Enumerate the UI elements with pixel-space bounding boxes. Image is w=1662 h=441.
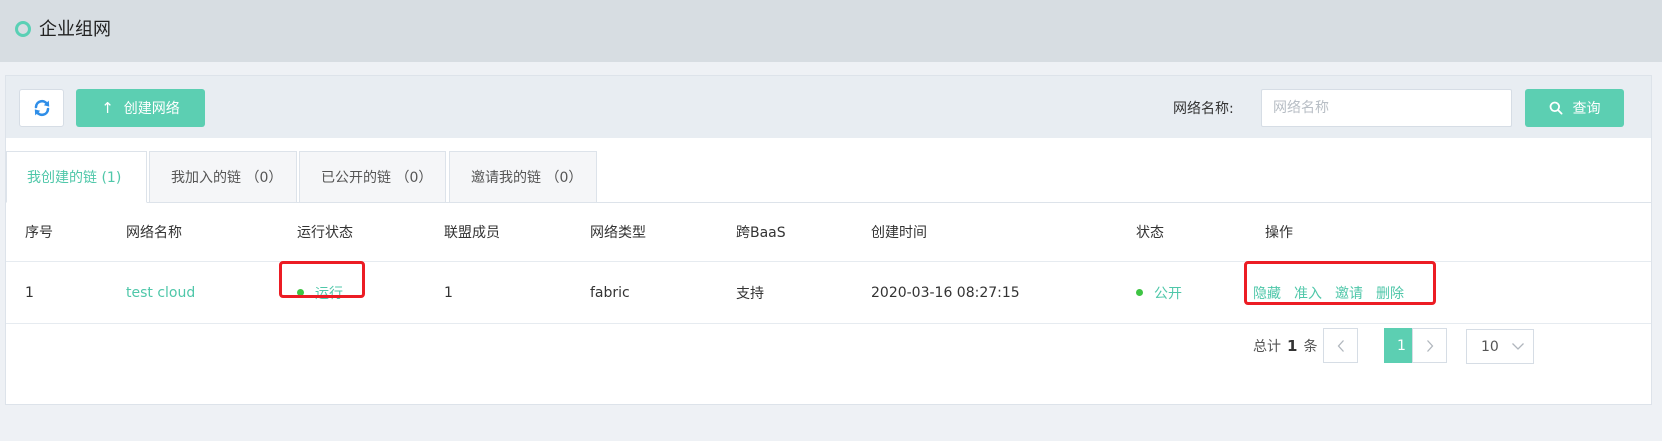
create-network-button[interactable]: ↑ 创建网络 [76, 89, 205, 127]
pagination-total: 总计 1 条 [1253, 336, 1317, 357]
query-button[interactable]: 查询 [1525, 89, 1624, 127]
search-icon [1549, 101, 1563, 115]
tab-label: 我加入的链 （0） [171, 170, 283, 186]
invite-action-link[interactable]: 邀请 [1335, 283, 1363, 303]
chevron-right-icon [1426, 339, 1433, 352]
visibility-status: 公开 [1136, 262, 1182, 323]
row-actions: 隐藏 准入 邀请 删除 [1253, 262, 1417, 323]
toolbar: ↑ 创建网络 网络名称: 查询 [6, 76, 1651, 138]
tab-label: 邀请我的链 （0） [471, 170, 583, 186]
ring-icon [15, 21, 31, 37]
page-size-select[interactable]: 10 [1466, 329, 1534, 364]
member-count: 1 [444, 284, 453, 301]
delete-action-link[interactable]: 删除 [1376, 283, 1404, 303]
tab-label: 我创建的链 (1) [27, 170, 122, 186]
main-panel: ↑ 创建网络 网络名称: 查询 我创建的链 (1) 我加入的链 （0） 已公开的… [5, 75, 1652, 405]
column-header: 跨BaaS [736, 225, 786, 241]
chain-tabs: 我创建的链 (1) 我加入的链 （0） 已公开的链 （0） 邀请我的链 （0） [6, 151, 1651, 203]
hide-action-link[interactable]: 隐藏 [1253, 283, 1281, 303]
admit-action-link[interactable]: 准入 [1294, 283, 1322, 303]
tab-joined-chains[interactable]: 我加入的链 （0） [149, 151, 297, 203]
network-name-link[interactable]: test cloud [126, 262, 195, 323]
status-dot-icon [297, 289, 304, 296]
tab-invited-chains[interactable]: 邀请我的链 （0） [449, 151, 597, 203]
column-header: 状态 [1136, 225, 1164, 241]
prev-page-button[interactable] [1323, 328, 1358, 363]
column-header: 网络类型 [590, 225, 646, 241]
column-header: 操作 [1265, 225, 1293, 241]
tab-my-created-chains[interactable]: 我创建的链 (1) [6, 151, 147, 203]
network-name-search-input[interactable] [1261, 89, 1512, 127]
run-status: 运行 [297, 262, 343, 323]
query-label: 查询 [1572, 101, 1601, 117]
column-header: 运行状态 [297, 225, 353, 241]
create-network-label: 创建网络 [123, 101, 180, 117]
tab-label: 已公开的链 （0） [321, 170, 433, 186]
table-row: 1 test cloud 运行 1 fabric 支持 2020-03-16 0… [6, 262, 1651, 324]
column-header: 网络名称 [126, 225, 182, 241]
run-status-text: 运行 [315, 285, 343, 302]
total-count: 1 [1287, 337, 1298, 355]
column-header: 创建时间 [871, 225, 927, 241]
visibility-status-text: 公开 [1154, 285, 1182, 302]
column-header: 序号 [25, 225, 53, 241]
column-header: 联盟成员 [444, 225, 500, 241]
chevron-left-icon [1337, 339, 1344, 352]
chevron-down-icon [1511, 343, 1524, 350]
page-header: 企业组网 [0, 0, 1662, 62]
refresh-icon [34, 99, 49, 117]
table-header: 序号 网络名称 运行状态 联盟成员 网络类型 跨BaaS 创建时间 状态 操作 [6, 203, 1651, 262]
row-index: 1 [25, 284, 34, 301]
arrow-up-icon: ↑ [101, 99, 114, 117]
search-label: 网络名称: [1173, 101, 1234, 117]
page-title: 企业组网 [39, 19, 111, 40]
page-size-value: 10 [1481, 338, 1499, 355]
total-prefix: 总计 [1253, 339, 1281, 355]
tab-public-chains[interactable]: 已公开的链 （0） [299, 151, 446, 203]
created-time: 2020-03-16 08:27:15 [871, 284, 1020, 301]
network-type: fabric [590, 284, 630, 301]
status-dot-icon [1136, 289, 1143, 296]
cross-baas: 支持 [736, 285, 764, 302]
refresh-button[interactable] [19, 89, 64, 127]
total-suffix: 条 [1303, 339, 1318, 355]
next-page-button[interactable] [1412, 328, 1447, 363]
